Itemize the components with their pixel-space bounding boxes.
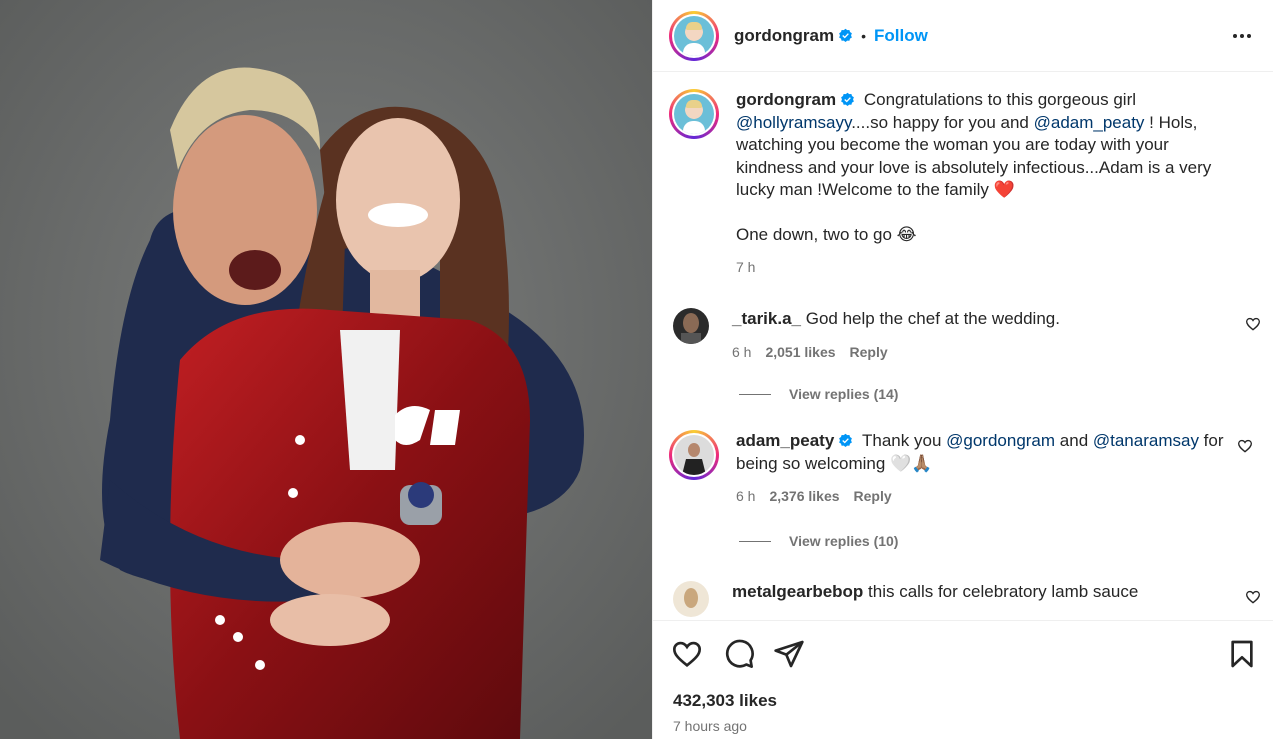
comment-text: God help the chef at the wedding. (805, 309, 1060, 328)
comment-time[interactable]: 6 h (732, 344, 751, 360)
post-timestamp[interactable]: 7 hours ago (673, 718, 747, 734)
caption-text: gordongram Congratulations to this gorge… (736, 89, 1236, 279)
comment-meta: 6 h 2,051 likes Reply (732, 341, 1232, 364)
comment-item: _tarik.a_ God help the chef at the weddi… (673, 308, 1261, 363)
author-username[interactable]: gordongram (734, 26, 834, 46)
comment-like-heart-icon[interactable] (1245, 316, 1261, 332)
comment-icon[interactable] (723, 638, 755, 670)
comment-likes[interactable]: 2,051 likes (765, 344, 835, 360)
view-replies-button[interactable]: View replies (10) (739, 533, 898, 549)
post-caption: gordongram Congratulations to this gorge… (669, 89, 1249, 279)
avatar-image (674, 94, 714, 134)
post-details-panel: gordongram • Follow gordongram Congratul… (652, 0, 1273, 739)
comment-time[interactable]: 6 h (736, 488, 755, 504)
caption-author-avatar[interactable] (669, 89, 719, 139)
post-header: gordongram • Follow (653, 0, 1273, 72)
heart-icon[interactable] (671, 638, 703, 670)
commenter-avatar[interactable] (673, 308, 709, 344)
caption-second-line: One down, two to go 😂 (736, 224, 917, 244)
post-actions: 432,303 likes 7 hours ago (653, 620, 1273, 739)
commenter-username[interactable]: adam_peaty (736, 431, 834, 450)
commenter-username[interactable]: metalgearbebop (732, 582, 863, 601)
post-likes-count[interactable]: 432,303 likes (673, 691, 777, 711)
comment-text: this calls for celebratory lamb sauce (868, 582, 1139, 601)
caption-meta: 7 h (736, 256, 1236, 279)
instagram-post: gordongram • Follow gordongram Congratul… (0, 0, 1273, 739)
caption-time[interactable]: 7 h (736, 259, 755, 275)
verified-badge-icon (841, 92, 854, 106)
avatar-image (674, 15, 714, 56)
comment-body: adam_peaty Thank you @gordongram and @ta… (736, 430, 1236, 508)
author-avatar[interactable] (669, 10, 719, 61)
caption-username[interactable]: gordongram (736, 90, 836, 109)
comment-like-heart-icon[interactable] (1245, 589, 1261, 605)
comment-meta: 6 h 2,376 likes Reply (736, 485, 1236, 508)
mention-link[interactable]: @gordongram (946, 431, 1055, 450)
view-replies-button[interactable]: View replies (14) (739, 386, 898, 402)
more-options-icon[interactable] (1230, 24, 1254, 48)
comments-list[interactable]: gordongram Congratulations to this gorge… (653, 73, 1273, 619)
follow-button[interactable]: Follow (874, 26, 928, 46)
comment-body: _tarik.a_ God help the chef at the weddi… (732, 308, 1232, 363)
header-separator: • (861, 27, 867, 44)
comment-item: metalgearbebop this calls for celebrator… (673, 581, 1261, 617)
bookmark-icon[interactable] (1226, 638, 1258, 670)
verified-badge-icon (839, 28, 852, 42)
reply-button[interactable]: Reply (850, 344, 888, 360)
reply-button[interactable]: Reply (854, 488, 892, 504)
comment-like-heart-icon[interactable] (1237, 438, 1253, 454)
mention-link[interactable]: @hollyramsayy (736, 113, 851, 132)
commenter-avatar[interactable] (669, 430, 719, 480)
verified-badge-icon (839, 433, 853, 447)
share-icon[interactable] (773, 638, 805, 670)
commenter-username[interactable]: _tarik.a_ (732, 309, 801, 328)
comment-likes[interactable]: 2,376 likes (769, 488, 839, 504)
post-photo[interactable] (0, 0, 652, 739)
comment-item: adam_peaty Thank you @gordongram and @ta… (669, 430, 1253, 508)
mention-link[interactable]: @tanaramsay (1093, 431, 1199, 450)
commenter-avatar[interactable] (673, 581, 709, 617)
mention-link[interactable]: @adam_peaty (1034, 113, 1145, 132)
comment-body: metalgearbebop this calls for celebrator… (732, 581, 1232, 617)
post-photo-illustration (0, 0, 652, 739)
